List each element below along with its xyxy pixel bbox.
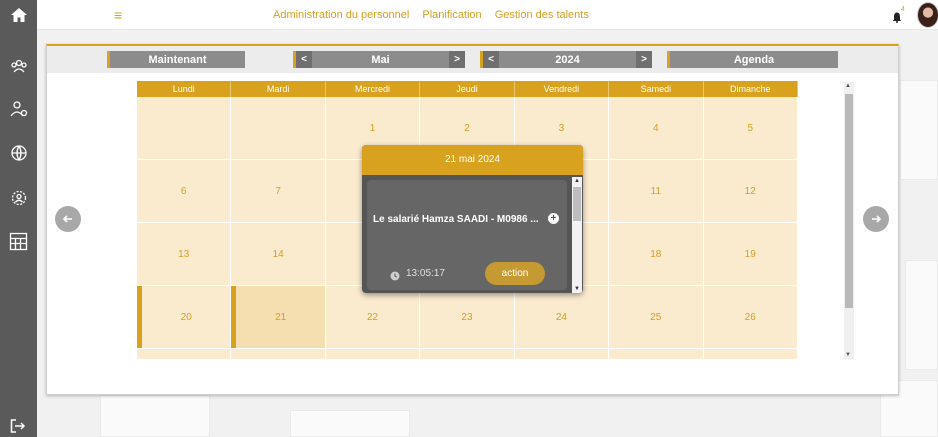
month-prev-button[interactable]: <: [296, 51, 312, 68]
background-hexagon: [100, 395, 210, 437]
action-button[interactable]: action: [485, 262, 545, 285]
background-hexagon: [290, 410, 410, 437]
calendar-day[interactable]: 22: [325, 286, 421, 348]
calendar-day[interactable]: 20: [137, 286, 232, 348]
calendar-week: 20 21 22 23 24 25 26: [137, 286, 798, 349]
calendar-day[interactable]: 5: [703, 97, 798, 159]
background-hexagon: [900, 80, 938, 180]
notification-count: 4: [901, 6, 905, 13]
weekday-label: Jeudi: [420, 81, 515, 97]
calendar-day[interactable]: 7: [231, 160, 326, 222]
calendar-scrollbar[interactable]: ▲ ▼: [844, 82, 854, 359]
calendar-day[interactable]: 30: [420, 349, 515, 359]
event-time: 13:05:17: [406, 268, 445, 279]
month-selector: < Mai >: [293, 51, 465, 68]
now-button-label: Maintenant: [148, 53, 207, 66]
nav-planification[interactable]: Planification: [422, 9, 481, 21]
calendar-day-selected[interactable]: 21: [231, 286, 326, 348]
calendar-day[interactable]: [703, 349, 798, 359]
globe-user-icon[interactable]: [8, 142, 29, 163]
gear-user-icon[interactable]: [8, 187, 29, 208]
nav-administration-du-personnel[interactable]: Administration du personnel: [273, 9, 409, 21]
calendar-day[interactable]: 31: [514, 349, 610, 359]
year-selector: < 2024 >: [480, 51, 652, 68]
calendar-day[interactable]: 12: [703, 160, 798, 222]
calendar-day[interactable]: 6: [137, 160, 232, 222]
calendar-day[interactable]: 13: [137, 223, 232, 285]
calendar-day[interactable]: 25: [609, 286, 704, 348]
calendar-day[interactable]: [609, 349, 704, 359]
previous-arrow-button[interactable]: [55, 206, 81, 232]
year-prev-button[interactable]: <: [483, 51, 499, 68]
scrollbar-thumb[interactable]: [845, 94, 853, 308]
calendar-day[interactable]: [231, 97, 326, 159]
weekday-label: Vendredi: [515, 81, 610, 97]
scroll-down-icon[interactable]: ▼: [574, 286, 580, 292]
calendar-toolbar: Maintenant < Mai > < 2024 > Agenda: [47, 46, 898, 73]
top-bar: ≡ Administration du personnel Planificat…: [37, 0, 938, 30]
weekday-label: Mardi: [231, 81, 326, 97]
calendar-day[interactable]: [137, 97, 232, 159]
clock-icon: [390, 268, 400, 281]
event-card[interactable]: Le salarié Hamza SAADI - M0986 ... + 13:…: [367, 180, 567, 290]
team-icon[interactable]: [8, 55, 29, 76]
calendar-day[interactable]: 24: [514, 286, 610, 348]
day-events-popup: 21 mai 2024 Le salarié Hamza SAADI - M09…: [362, 145, 583, 293]
weekday-label: Dimanche: [704, 81, 798, 97]
year-next-button[interactable]: >: [636, 51, 652, 68]
agenda-button-label: Agenda: [733, 53, 775, 66]
top-navigation: Administration du personnel Planificatio…: [273, 9, 589, 21]
popup-title: 21 mai 2024: [362, 145, 583, 175]
month-label: Mai: [371, 53, 390, 66]
event-message: Le salarié Hamza SAADI - M0986 ...: [373, 214, 539, 225]
sidebar: [0, 0, 37, 437]
calendar-day[interactable]: 29: [325, 349, 421, 359]
calendar-week: 27 28 29 30 31: [137, 349, 798, 359]
schedule-board-icon[interactable]: [8, 231, 29, 252]
now-button[interactable]: Maintenant: [107, 51, 245, 68]
calendar-day[interactable]: 19: [703, 223, 798, 285]
next-arrow-button[interactable]: [863, 206, 889, 232]
weekday-label: Samedi: [609, 81, 704, 97]
hamburger-icon[interactable]: ≡: [114, 8, 122, 22]
calendar-day[interactable]: 4: [609, 97, 704, 159]
weekday-label: Lundi: [137, 81, 232, 97]
weekday-label: Mercredi: [326, 81, 421, 97]
agenda-button[interactable]: Agenda: [667, 51, 838, 68]
scrollbar-thumb[interactable]: [573, 187, 581, 221]
calendar-day[interactable]: 28: [231, 349, 326, 359]
logout-icon[interactable]: [10, 419, 26, 433]
scroll-up-icon[interactable]: ▲: [574, 178, 580, 184]
home-icon[interactable]: [0, 0, 37, 30]
scroll-down-icon[interactable]: ▼: [845, 352, 851, 358]
calendar-day[interactable]: 26: [703, 286, 798, 348]
avatar[interactable]: [917, 2, 938, 28]
nav-gestion-des-talents[interactable]: Gestion des talents: [495, 9, 589, 21]
calendar-day[interactable]: 18: [609, 223, 704, 285]
month-next-button[interactable]: >: [449, 51, 465, 68]
calendar-day[interactable]: 11: [609, 160, 704, 222]
calendar-day[interactable]: 27: [137, 349, 232, 359]
background-hexagon: [905, 260, 938, 370]
calendar-day[interactable]: 23: [420, 286, 515, 348]
calendar-day[interactable]: 14: [231, 223, 326, 285]
year-label: 2024: [555, 53, 580, 66]
users-settings-icon[interactable]: [8, 98, 29, 119]
popup-scrollbar[interactable]: ▲ ▼: [572, 177, 582, 293]
weekday-header: Lundi Mardi Mercredi Jeudi Vendredi Same…: [137, 81, 798, 97]
scroll-up-icon[interactable]: ▲: [845, 83, 851, 89]
expand-plus-icon[interactable]: +: [548, 213, 559, 224]
